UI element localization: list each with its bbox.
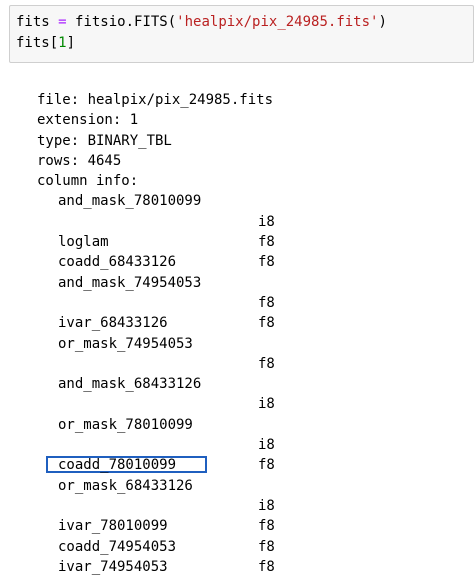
column-type: f8 (258, 254, 275, 271)
code-index-number: 1 (58, 35, 67, 51)
column-type: i8 (258, 396, 275, 413)
output-extension-line: extension: 1 (37, 112, 139, 129)
column-name: ivar_78010099 (58, 518, 168, 535)
column-row: f8 (37, 354, 275, 374)
column-name-highlighted: coadd_78010099 (58, 457, 177, 474)
output-type-line: type: BINARY_TBL (37, 132, 172, 149)
column-row: and_mask_74954053 (37, 273, 273, 293)
column-name: coadd_74954053 (58, 538, 177, 555)
code-input-cell[interactable]: fits = fitsio.FITS('healpix/pix_24985.fi… (9, 5, 474, 63)
column-row: or_mask_74954053 (37, 334, 273, 354)
column-row: i8 (37, 435, 275, 455)
output-rows-line: rows: 4645 (37, 152, 122, 169)
column-row-highlighted: coadd_78010099 f8 (37, 455, 275, 475)
column-row: and_mask_68433126 (37, 374, 273, 394)
column-name: loglam (58, 234, 109, 251)
column-row: ivar_74954053 f8 (37, 557, 275, 577)
code-string-argument: 'healpix/pix_24985.fits' (176, 14, 379, 30)
column-row: f8 (37, 293, 275, 313)
column-name: and_mask_68433126 (58, 376, 202, 393)
column-name: ivar_68433126 (58, 315, 168, 332)
column-type: f8 (258, 234, 275, 251)
code-close-bracket: ] (66, 35, 76, 51)
column-type: f8 (258, 558, 275, 575)
column-row: loglam f8 (37, 232, 275, 252)
column-row: ivar_68433126 f8 (37, 313, 275, 333)
output-file-line: file: healpix/pix_24985.fits (37, 92, 274, 108)
code-line-1: fits = fitsio.FITS('healpix/pix_24985.fi… (16, 12, 473, 33)
code-line-2: fits[1] (16, 33, 473, 54)
column-name: coadd_68433126 (58, 254, 177, 271)
column-name: or_mask_68433126 (58, 477, 193, 494)
code-assign-operator: = (49, 14, 76, 30)
column-type: f8 (258, 518, 275, 535)
code-variable: fits (16, 14, 50, 30)
column-type: f8 (258, 294, 275, 311)
column-row: i8 (37, 212, 275, 232)
column-row: i8 (37, 394, 275, 414)
column-row: or_mask_68433126 (37, 476, 273, 496)
code-index-expression: fits[ (16, 35, 59, 51)
column-type: i8 (258, 213, 275, 230)
column-type: f8 (258, 457, 275, 474)
column-name: ivar_74954053 (58, 558, 168, 575)
column-row: and_mask_78010099 (37, 191, 273, 211)
column-type: i8 (258, 437, 275, 454)
column-row: or_mask_78010099 (37, 415, 273, 435)
column-name: or_mask_78010099 (58, 416, 193, 433)
code-function-call: fitsio.FITS( (75, 14, 177, 30)
column-name: and_mask_78010099 (58, 193, 202, 210)
column-type: f8 (258, 355, 275, 372)
column-type: f8 (258, 538, 275, 555)
column-row: coadd_68433126 f8 (37, 252, 275, 272)
column-name: and_mask_74954053 (58, 274, 202, 291)
column-row: ivar_78010099 f8 (37, 516, 275, 536)
column-row: coadd_74954053 f8 (37, 537, 275, 557)
column-row: i8 (37, 496, 275, 516)
column-name: or_mask_74954053 (58, 335, 193, 352)
column-type: i8 (258, 497, 275, 514)
code-close-paren: ) (378, 14, 387, 30)
output-column-info-line: column info: (37, 173, 139, 190)
cell-output: file: healpix/pix_24985.fits extension: … (37, 90, 275, 577)
column-type: f8 (258, 315, 275, 332)
